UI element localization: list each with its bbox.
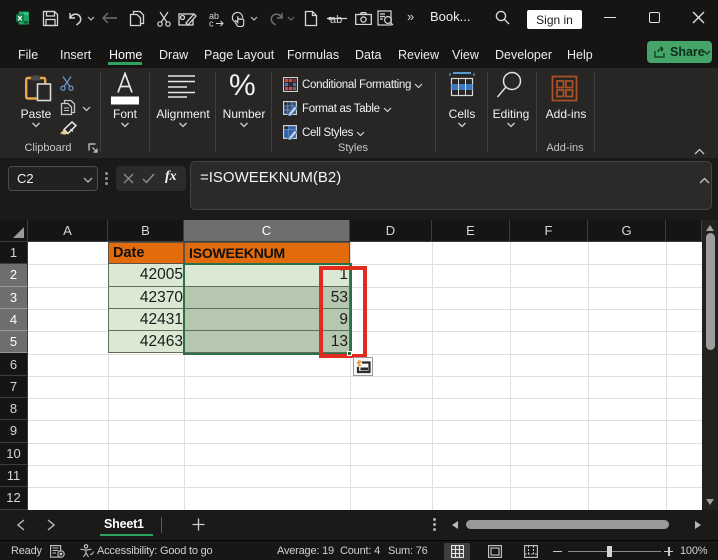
svg-text:c: c [209,19,214,28]
svg-text:ab: ab [330,14,342,25]
